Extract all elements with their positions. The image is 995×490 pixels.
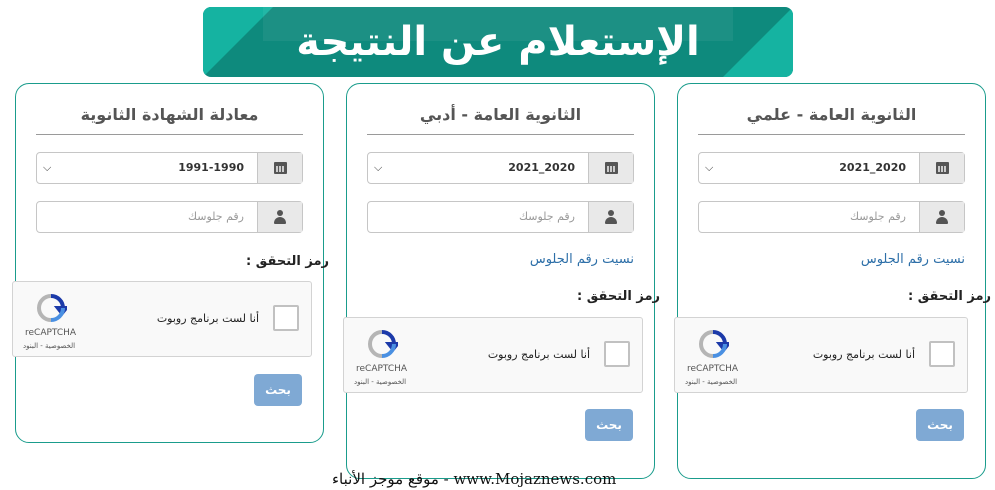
user-icon [257,202,302,232]
recaptcha-brand: reCAPTCHA [356,364,408,374]
card-title: معادلة الشهادة الثانوية [36,96,303,135]
seat-placeholder: رقم جلوسك [519,210,575,223]
recaptcha-brand: reCAPTCHA [25,328,77,338]
recaptcha-brand: reCAPTCHA [687,364,739,374]
user-icon [919,202,964,232]
recaptcha-checkbox[interactable] [929,341,955,367]
recaptcha-checkbox[interactable] [604,341,630,367]
recaptcha-widget: أنا لست برنامج روبوت reCAPTCHA الخصوصية … [343,317,643,393]
calendar-icon [919,153,964,183]
captcha-label: رمز التحقق : [908,289,991,304]
recaptcha-label: أنا لست برنامج روبوت [487,348,590,361]
page-banner: الإستعلام عن النتيجة [203,7,793,77]
chevron-down-icon: ⌵ [43,161,52,174]
user-icon [588,202,633,232]
captcha-label: رمز التحقق : [246,254,329,269]
card-title: الثانوية العامة - علمي [698,96,965,135]
forgot-seat-link[interactable]: نسيت رقم الجلوس [530,252,634,267]
recaptcha-logo-icon [36,294,67,322]
seat-number-input[interactable]: رقم جلوسك [367,201,634,233]
recaptcha-logo-icon [698,330,729,358]
seat-placeholder: رقم جلوسك [188,210,244,223]
search-button[interactable]: بحث [585,409,633,441]
recaptcha-logo-icon [367,330,398,358]
calendar-icon [588,153,633,183]
page-title: الإستعلام عن النتيجة [296,19,700,65]
chevron-down-icon: ⌵ [705,161,714,174]
site-footer: موقع موجز الأنباء - www.Mojaznews.com [332,470,617,488]
year-value: 2021_2020 [839,161,906,174]
recaptcha-label: أنا لست برنامج روبوت [812,348,915,361]
recaptcha-links[interactable]: الخصوصية - البنود [354,378,406,386]
recaptcha-widget: أنا لست برنامج روبوت reCAPTCHA الخصوصية … [674,317,968,393]
captcha-label: رمز التحقق : [577,289,660,304]
card-title: الثانوية العامة - أدبي [367,96,634,135]
seat-number-input[interactable]: رقم جلوسك [36,201,303,233]
recaptcha-checkbox[interactable] [273,305,299,331]
card-literary: الثانوية العامة - أدبي ⌵ 2021_2020 رقم ج… [343,83,660,479]
search-button[interactable]: بحث [916,409,964,441]
recaptcha-links[interactable]: الخصوصية - البنود [685,378,737,386]
year-value: 2021_2020 [508,161,575,174]
chevron-down-icon: ⌵ [374,161,383,174]
year-value: 1991-1990 [178,161,244,174]
forgot-seat-link[interactable]: نسيت رقم الجلوس [861,252,965,267]
card-scientific: الثانوية العامة - علمي ⌵ 2021_2020 رقم ج… [674,83,991,479]
search-button[interactable]: بحث [254,374,302,406]
calendar-icon [257,153,302,183]
year-select[interactable]: ⌵ 2021_2020 [698,152,965,184]
year-select[interactable]: ⌵ 1991-1990 [36,152,303,184]
seat-number-input[interactable]: رقم جلوسك [698,201,965,233]
recaptcha-widget: أنا لست برنامج روبوت reCAPTCHA الخصوصية … [12,281,312,357]
card-equivalency: معادلة الشهادة الثانوية ⌵ 1991-1990 رقم … [12,83,329,443]
recaptcha-links[interactable]: الخصوصية - البنود [23,342,75,350]
year-select[interactable]: ⌵ 2021_2020 [367,152,634,184]
seat-placeholder: رقم جلوسك [850,210,906,223]
recaptcha-label: أنا لست برنامج روبوت [156,312,259,325]
